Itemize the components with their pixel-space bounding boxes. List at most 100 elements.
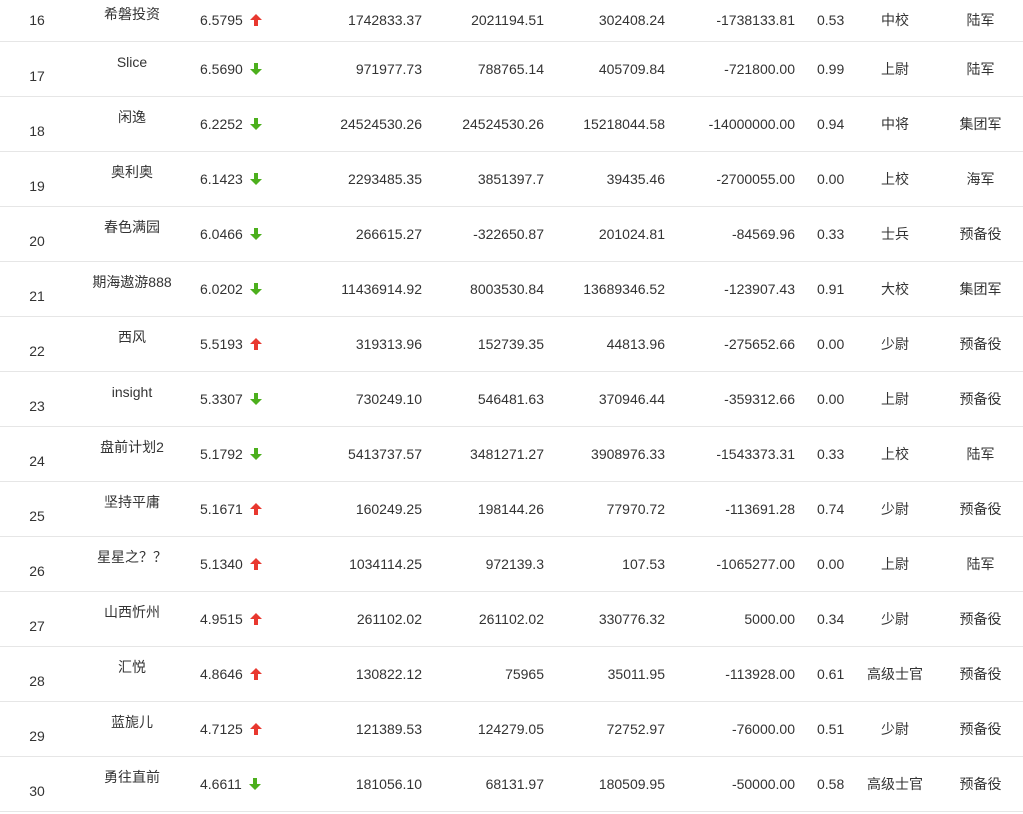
ratio-cell: 0.51 [817, 720, 845, 737]
rank-title-cell: 上校 [881, 445, 909, 462]
rank-title-cell: 高级士官 [867, 775, 923, 792]
ratio-cell: 0.99 [817, 60, 845, 77]
ratio-cell: 0.00 [817, 390, 845, 407]
value2-cell: 75965 [505, 665, 544, 682]
arrow-up-icon [249, 557, 262, 570]
name-cell[interactable]: 勇往直前 [74, 756, 190, 811]
table-row[interactable]: 22 西风 5.5193 319313.96 152739.35 44813.9… [0, 316, 1023, 371]
rank-cell: 25 [29, 507, 45, 524]
score-cell: 4.7125 [190, 701, 308, 756]
table-row[interactable]: 20 春色满园 6.0466 266615.27 -322650.87 2010… [0, 206, 1023, 261]
arrow-up-icon [249, 502, 262, 515]
table-row[interactable]: 25 坚持平庸 5.1671 160249.25 198144.26 77970… [0, 481, 1023, 536]
value2-cell: 198144.26 [477, 500, 544, 517]
score-value: 5.1671 [200, 500, 243, 517]
score-cell: 6.5690 [190, 41, 308, 96]
ratio-cell: 0.94 [817, 115, 845, 132]
score-cell: 4.8646 [190, 646, 308, 701]
ratio-cell: 0.33 [817, 225, 845, 242]
table-row[interactable]: 27 山西忻州 4.9515 261102.02 261102.02 33077… [0, 591, 1023, 646]
table-row[interactable]: 23 insight 5.3307 730249.10 546481.63 37… [0, 371, 1023, 426]
value4-cell: 5000.00 [744, 610, 795, 627]
table-row[interactable]: 26 星星之？？ 5.1340 1034114.25 972139.3 107.… [0, 536, 1023, 591]
value2-cell: 124279.05 [477, 720, 544, 737]
table-row[interactable]: 24 盘前计划2 5.1792 5413737.57 3481271.27 39… [0, 426, 1023, 481]
value4-cell: -721800.00 [724, 60, 795, 77]
ranking-table: 16 希磐投资 6.5795 1742833.37 2021194.51 302… [0, 0, 1023, 812]
name-cell[interactable]: 盘前计划2 [74, 426, 190, 481]
name-cell[interactable]: 期海遨游888 [74, 261, 190, 316]
name-cell[interactable]: 西风 [74, 316, 190, 371]
table-row[interactable]: 17 Slice 6.5690 971977.73 788765.14 4057… [0, 41, 1023, 96]
table-row[interactable]: 29 蓝旎儿 4.7125 121389.53 124279.05 72752.… [0, 701, 1023, 756]
value1-cell: 160249.25 [355, 500, 422, 517]
arrow-up-icon [249, 667, 262, 680]
name-cell[interactable]: 汇悦 [74, 646, 190, 701]
name-cell[interactable]: 春色满园 [74, 206, 190, 261]
name-cell[interactable]: 奥利奥 [74, 151, 190, 206]
ratio-cell: 0.53 [817, 12, 845, 29]
arrow-down-icon [249, 62, 262, 75]
value2-cell: 152739.35 [477, 335, 544, 352]
score-value: 5.1340 [200, 555, 243, 572]
branch-cell: 陆军 [966, 12, 995, 29]
arrow-down-icon [249, 117, 262, 130]
score-cell: 5.3307 [190, 371, 308, 426]
score-value: 6.0466 [200, 225, 243, 242]
table-row[interactable]: 19 奥利奥 6.1423 2293485.35 3851397.7 39435… [0, 151, 1023, 206]
value2-cell: 972139.3 [485, 555, 544, 572]
value2-cell: 2021194.51 [471, 12, 544, 29]
rank-cell: 20 [29, 232, 45, 249]
branch-cell: 集团军 [959, 280, 1002, 297]
value1-cell: 1034114.25 [349, 555, 422, 572]
table-body: 16 希磐投资 6.5795 1742833.37 2021194.51 302… [0, 0, 1023, 811]
branch-cell: 预备役 [959, 335, 1002, 352]
value2-cell: 68131.97 [485, 775, 544, 792]
value3-cell: 302408.24 [598, 12, 665, 29]
name-cell[interactable]: 蓝旎儿 [74, 701, 190, 756]
name-cell[interactable]: 希磐投资 [74, 0, 190, 41]
rank-cell: 28 [29, 672, 45, 689]
table-row[interactable]: 16 希磐投资 6.5795 1742833.37 2021194.51 302… [0, 0, 1023, 41]
name-cell[interactable]: 坚持平庸 [74, 481, 190, 536]
score-value: 6.0202 [200, 280, 243, 297]
branch-cell: 预备役 [959, 720, 1002, 737]
value4-cell: -1543373.31 [716, 445, 795, 462]
name-cell[interactable]: Slice [74, 41, 190, 96]
score-cell: 5.1792 [190, 426, 308, 481]
value2-cell: 788765.14 [477, 60, 544, 77]
value1-cell: 130822.12 [355, 665, 422, 682]
value2-cell: 3851397.7 [477, 170, 544, 187]
value3-cell: 330776.32 [598, 610, 665, 627]
name-cell[interactable]: 闲逸 [74, 96, 190, 151]
value3-cell: 405709.84 [598, 60, 665, 77]
name-cell[interactable]: insight [74, 371, 190, 426]
name-cell[interactable]: 星星之？？ [74, 536, 190, 591]
table-row[interactable]: 30 勇往直前 4.6611 181056.10 68131.97 180509… [0, 756, 1023, 811]
value3-cell: 370946.44 [598, 390, 665, 407]
rank-title-cell: 中将 [881, 115, 909, 132]
value4-cell: -123907.43 [724, 280, 795, 297]
rank-cell: 30 [29, 782, 45, 799]
value2-cell: 8003530.84 [470, 280, 544, 297]
score-value: 5.5193 [200, 335, 243, 352]
table-row[interactable]: 28 汇悦 4.8646 130822.12 75965 35011.95 -1… [0, 646, 1023, 701]
value3-cell: 35011.95 [607, 665, 665, 682]
name-cell[interactable]: 山西忻州 [74, 591, 190, 646]
value4-cell: -84569.96 [731, 225, 795, 242]
rank-title-cell: 大校 [881, 280, 909, 297]
table-row[interactable]: 18 闲逸 6.2252 24524530.26 24524530.26 152… [0, 96, 1023, 151]
rank-cell: 29 [29, 727, 45, 744]
branch-cell: 预备役 [959, 775, 1002, 792]
value2-cell: 546481.63 [477, 390, 544, 407]
rank-title-cell: 少尉 [881, 335, 909, 352]
rank-cell: 19 [29, 177, 45, 194]
value4-cell: -50000.00 [731, 775, 795, 792]
value3-cell: 107.53 [622, 555, 665, 572]
score-cell: 6.2252 [190, 96, 308, 151]
value4-cell: -14000000.00 [708, 115, 795, 132]
table-row[interactable]: 21 期海遨游888 6.0202 11436914.92 8003530.84… [0, 261, 1023, 316]
rank-cell: 24 [29, 452, 45, 469]
arrow-down-icon [249, 447, 262, 460]
rank-title-cell: 少尉 [881, 610, 909, 627]
